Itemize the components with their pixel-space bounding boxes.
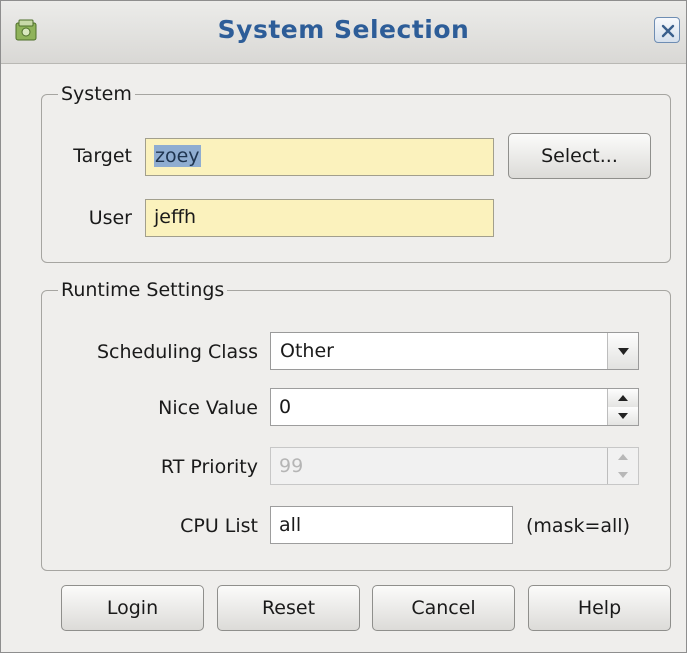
cpu-list-input[interactable]: all [270, 506, 513, 544]
system-selection-dialog: System Selection System Target zoey Sele… [0, 0, 687, 653]
target-label: Target [73, 145, 132, 167]
rt-priority-decrement [608, 466, 638, 484]
title-bar[interactable]: System Selection [1, 1, 686, 64]
nice-value-text: 0 [279, 396, 292, 418]
target-value: zoey [154, 145, 201, 167]
cpu-mask-text: (mask=all) [526, 515, 630, 537]
spin-up-icon [618, 454, 628, 460]
scheduling-class-value: Other [280, 340, 334, 362]
user-input[interactable]: jeffh [145, 199, 494, 237]
cancel-button[interactable]: Cancel [372, 585, 515, 631]
target-input[interactable]: zoey [145, 138, 494, 176]
spin-up-icon [618, 395, 628, 401]
nice-value-spin-buttons [607, 389, 638, 425]
rt-priority-spin-buttons [607, 448, 638, 484]
rt-priority-spinbox: 99 [270, 447, 639, 485]
login-button[interactable]: Login [61, 585, 204, 631]
scheduling-class-label: Scheduling Class [96, 341, 258, 363]
system-group-legend: System [61, 83, 132, 105]
reset-button[interactable]: Reset [217, 585, 360, 631]
scheduling-class-select[interactable]: Other [270, 332, 639, 370]
rt-priority-increment [608, 448, 638, 467]
close-button[interactable] [654, 17, 680, 43]
nice-value-decrement[interactable] [608, 407, 638, 425]
chevron-down-icon [618, 348, 629, 355]
rt-priority-label: RT Priority [160, 456, 258, 478]
rt-priority-text: 99 [279, 455, 304, 477]
nice-value-label: Nice Value [158, 397, 258, 419]
close-icon [661, 24, 675, 38]
dropdown-button[interactable] [607, 333, 638, 369]
spin-down-icon [618, 413, 628, 419]
nice-value-increment[interactable] [608, 389, 638, 408]
help-button[interactable]: Help [528, 585, 671, 631]
user-label: User [88, 207, 132, 229]
spin-down-icon [618, 472, 628, 478]
window-title: System Selection [217, 15, 470, 44]
runtime-settings-legend: Runtime Settings [61, 279, 225, 301]
cpu-list-label: CPU List [180, 515, 258, 537]
nice-value-spinbox[interactable]: 0 [270, 388, 639, 426]
select-button[interactable]: Select... [508, 133, 651, 179]
